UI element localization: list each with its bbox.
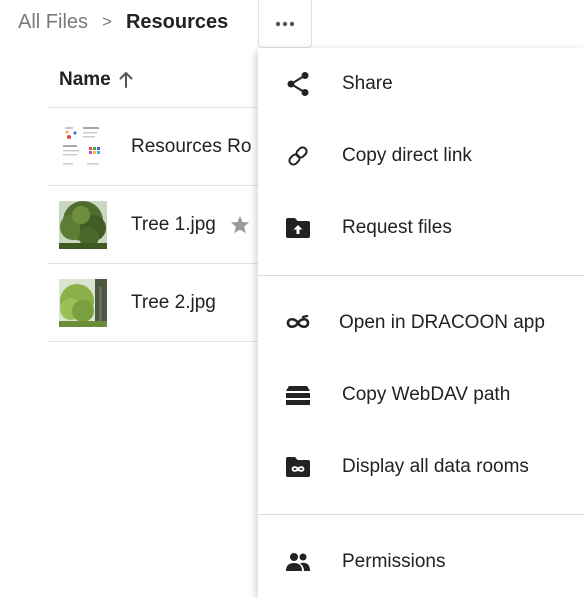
star-icon[interactable] bbox=[230, 215, 250, 234]
name-column-label: Name bbox=[59, 68, 111, 90]
folder-upload-icon bbox=[284, 214, 312, 242]
menu-item-copy-direct-link[interactable]: Copy direct link bbox=[258, 120, 585, 192]
tree-photo-2 bbox=[59, 278, 107, 327]
menu-item-open-in-dracoon-app[interactable]: Open in DRACOON app bbox=[258, 287, 585, 359]
menu-item-label: Copy WebDAV path bbox=[342, 384, 511, 405]
dracoon-logo-icon bbox=[284, 309, 312, 337]
breadcrumb-all-files[interactable]: All Files bbox=[18, 11, 88, 34]
people-icon bbox=[284, 548, 312, 576]
tree-photo-1 bbox=[59, 200, 107, 249]
context-menu: Share Copy direct link Request files Ope… bbox=[258, 48, 585, 598]
menu-item-request-files[interactable]: Request files bbox=[258, 192, 585, 264]
menu-item-label: Copy direct link bbox=[342, 145, 472, 166]
more-actions-button[interactable] bbox=[258, 0, 312, 48]
data-room-folder-icon bbox=[284, 453, 312, 481]
menu-item-label: Permissions bbox=[342, 551, 446, 572]
menu-divider bbox=[258, 514, 585, 515]
server-stack-icon bbox=[284, 381, 312, 409]
menu-item-label: Share bbox=[342, 73, 393, 94]
breadcrumb-current: Resources bbox=[125, 10, 229, 33]
file-name[interactable]: Resources Ro bbox=[131, 136, 251, 158]
arrow-up-icon bbox=[119, 71, 133, 88]
menu-item-label: Open in DRACOON app bbox=[339, 312, 545, 333]
menu-item-copy-webdav-path[interactable]: Copy WebDAV path bbox=[258, 359, 585, 431]
menu-item-label: Display all data rooms bbox=[342, 456, 529, 477]
link-icon bbox=[284, 142, 312, 170]
menu-divider bbox=[258, 275, 585, 276]
document-thumbnail bbox=[59, 122, 107, 171]
share-icon bbox=[284, 70, 312, 98]
menu-item-label: Request files bbox=[342, 217, 452, 238]
file-name[interactable]: Tree 1.jpg bbox=[131, 214, 216, 236]
menu-item-permissions[interactable]: Permissions bbox=[258, 526, 585, 598]
breadcrumb: All Files > Resources bbox=[0, 0, 228, 44]
menu-item-display-all-data-rooms[interactable]: Display all data rooms bbox=[258, 431, 585, 503]
breadcrumb-separator: > bbox=[102, 12, 112, 31]
file-name[interactable]: Tree 2.jpg bbox=[131, 292, 216, 314]
menu-item-share[interactable]: Share bbox=[258, 48, 585, 120]
more-horizontal-icon bbox=[275, 21, 295, 26]
